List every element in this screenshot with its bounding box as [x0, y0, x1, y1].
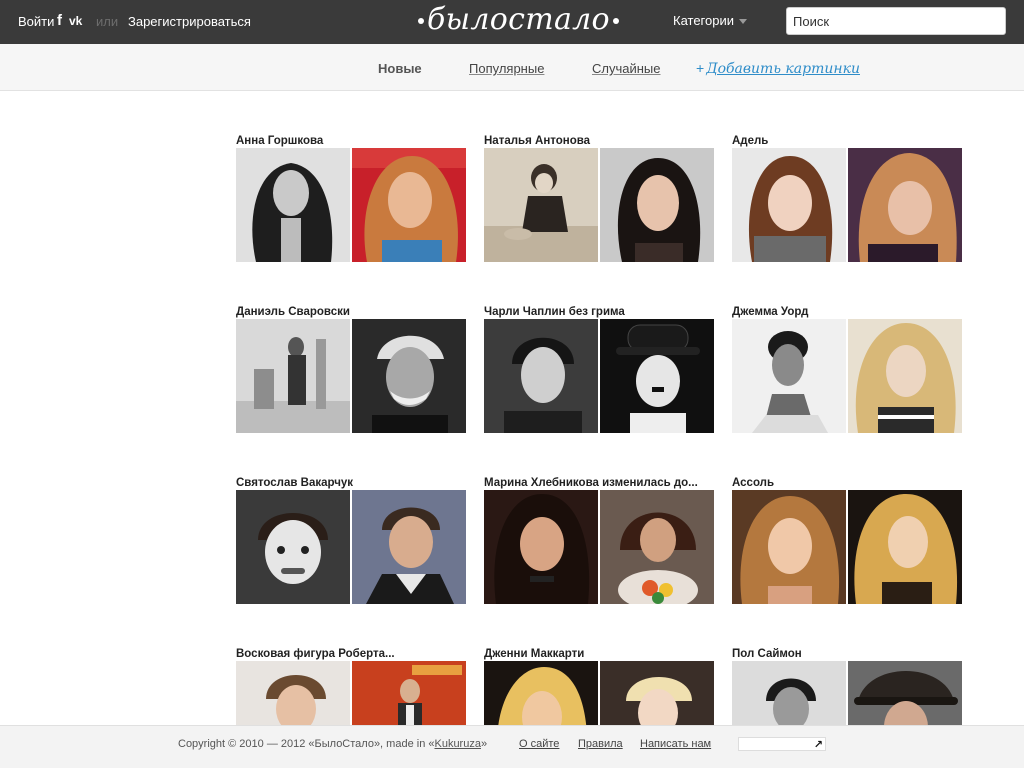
card-title[interactable]: Ассоль	[732, 476, 962, 490]
logo-text: былостало	[427, 2, 610, 37]
add-pictures-label: Добавить картинки	[706, 61, 860, 77]
card-title[interactable]: Пол Саймон	[732, 647, 962, 661]
or-label: или	[96, 14, 119, 29]
photo-before[interactable]	[732, 148, 846, 262]
photo-after[interactable]	[600, 319, 714, 433]
tab-new[interactable]: Новые	[378, 61, 422, 76]
card[interactable]: Наталья Антонова	[484, 134, 714, 262]
kukuruza-link[interactable]: Kukuruza	[434, 738, 480, 750]
logo-dot-left	[418, 18, 424, 24]
card-title[interactable]: Чарли Чаплин без грима	[484, 305, 714, 319]
add-pictures-link[interactable]: + Добавить картинки	[696, 60, 860, 77]
photo-after[interactable]	[352, 490, 466, 604]
copyright: Copyright © 2010 — 2012 «БылоСтало», mad…	[178, 738, 487, 750]
photo-after[interactable]	[600, 148, 714, 262]
footer: Copyright © 2010 — 2012 «БылоСтало», mad…	[0, 725, 1024, 768]
photo-after[interactable]	[848, 148, 962, 262]
photo-after[interactable]	[352, 319, 466, 433]
about-link[interactable]: О сайте	[519, 738, 559, 750]
photo-after[interactable]	[600, 490, 714, 604]
tab-popular[interactable]: Популярные	[469, 61, 544, 76]
site-logo[interactable]: былостало	[415, 2, 622, 37]
card[interactable]: Пол Саймон	[732, 647, 962, 768]
photo-before[interactable]	[236, 148, 350, 262]
visit-counter[interactable]: ↗	[738, 737, 826, 751]
photo-before[interactable]	[484, 319, 598, 433]
card-title[interactable]: Марина Хлебникова изменилась до...	[484, 476, 714, 490]
plus-icon: +	[696, 60, 705, 76]
card-title[interactable]: Адель	[732, 134, 962, 148]
search-input[interactable]	[786, 7, 1006, 35]
photo-before[interactable]	[236, 319, 350, 433]
vk-icon[interactable]: vk	[69, 14, 82, 28]
contact-link[interactable]: Написать нам	[640, 738, 711, 750]
card[interactable]: Восковая фигура Роберта...	[236, 647, 466, 768]
photo-after[interactable]	[848, 490, 962, 604]
photo-after[interactable]	[848, 319, 962, 433]
card[interactable]: Анна Горшкова	[236, 134, 466, 262]
logo-dot-right	[612, 18, 619, 24]
login-link[interactable]: Войти	[18, 14, 54, 29]
card-title[interactable]: Наталья Антонова	[484, 134, 714, 148]
card[interactable]: Адель	[732, 134, 962, 262]
card-title[interactable]: Восковая фигура Роберта...	[236, 647, 466, 661]
card[interactable]: Дженни Маккарти	[484, 647, 714, 768]
card-title[interactable]: Анна Горшкова	[236, 134, 466, 148]
copyright-text: Copyright © 2010 — 2012 «БылоСтало», mad…	[178, 738, 435, 750]
card[interactable]: Чарли Чаплин без грима	[484, 305, 714, 433]
photo-after[interactable]	[352, 148, 466, 262]
photo-before[interactable]	[732, 490, 846, 604]
card-title[interactable]: Дженни Маккарти	[484, 647, 714, 661]
sort-nav: Новые Популярные Случайные + Добавить кар…	[0, 44, 1024, 91]
photo-before[interactable]	[732, 319, 846, 433]
photo-before[interactable]	[484, 490, 598, 604]
card-title[interactable]: Джемма Уорд	[732, 305, 962, 319]
facebook-icon[interactable]: f	[57, 12, 62, 29]
top-bar: Войти f vk или Зарегистрироваться былост…	[0, 0, 1024, 44]
chevron-down-icon[interactable]	[739, 19, 747, 24]
card-title[interactable]: Святослав Вакарчук	[236, 476, 466, 490]
rules-link[interactable]: Правила	[578, 738, 623, 750]
card[interactable]: Марина Хлебникова изменилась до...	[484, 476, 714, 604]
card[interactable]: Даниэль Сваровски	[236, 305, 466, 433]
card[interactable]: Святослав Вакарчук	[236, 476, 466, 604]
register-link[interactable]: Зарегистрироваться	[128, 14, 251, 29]
card[interactable]: Джемма Уорд	[732, 305, 962, 433]
card[interactable]: Ассоль	[732, 476, 962, 604]
categories-dropdown[interactable]: Категории	[673, 13, 734, 28]
photo-before[interactable]	[236, 490, 350, 604]
card-title[interactable]: Даниэль Сваровски	[236, 305, 466, 319]
photo-before[interactable]	[484, 148, 598, 262]
tab-random[interactable]: Случайные	[592, 61, 661, 76]
external-link-icon: ↗	[813, 739, 823, 751]
copyright-end: »	[480, 738, 488, 750]
